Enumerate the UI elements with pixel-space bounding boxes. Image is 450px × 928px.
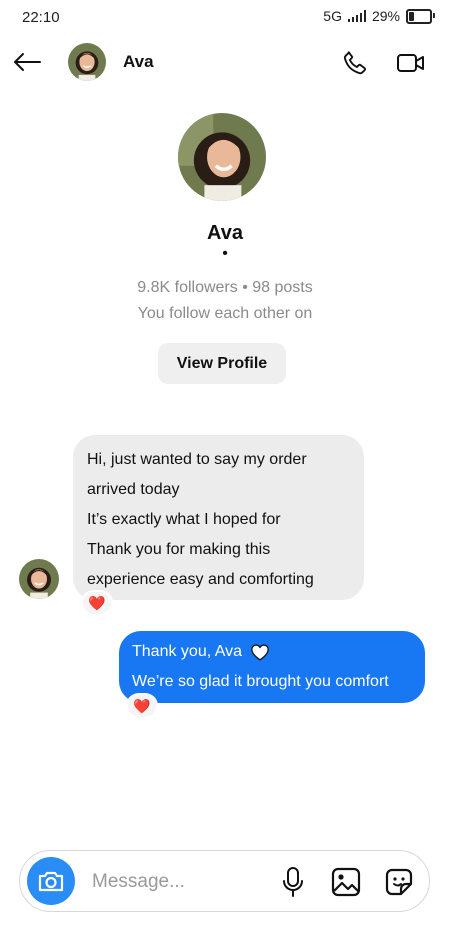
contact-name[interactable]: Ava [123,52,154,72]
back-arrow-icon [14,53,41,71]
message-line: arrived today [87,481,180,498]
battery-percent: 29% [371,8,400,24]
video-camera-icon [397,54,424,72]
back-button[interactable] [12,47,42,77]
message-text: Thank you, Ava [132,643,242,660]
video-call-button[interactable] [393,46,429,80]
microphone-icon [283,867,303,897]
message-line: It’s exactly what I hoped for [87,511,281,528]
message-line: We’re so glad it brought you comfort [132,673,389,690]
camera-icon [38,871,64,892]
status-time: 22:10 [22,9,60,26]
status-indicators: 5G 29% [323,8,435,24]
profile-separator: • [222,245,228,262]
message-line: Hi, just wanted to say my order [87,451,307,468]
phone-icon [343,51,367,75]
heart-reaction[interactable]: ❤️ [126,693,158,719]
microphone-button[interactable] [279,866,307,898]
battery-level [409,11,414,21]
avatar-image [178,113,266,201]
white-heart-icon [251,644,269,661]
network-type: 5G [323,8,342,24]
signal-icon [347,10,366,22]
avatar-image [68,43,106,81]
header-avatar[interactable] [68,43,106,81]
call-button[interactable] [338,46,372,80]
image-icon [331,867,361,897]
profile-avatar[interactable] [178,113,266,201]
battery-icon [406,8,435,24]
camera-button[interactable] [27,857,75,905]
follow-status: You follow each other on [137,305,313,322]
avatar-image [19,559,59,599]
sticker-button[interactable] [382,866,416,898]
message-input[interactable] [90,864,274,900]
outgoing-message-bubble[interactable]: Thank you, Ava We’re so glad it brought … [119,631,425,703]
message-line: experience easy and comforting [87,571,314,588]
incoming-message-bubble[interactable]: Hi, just wanted to say my order arrived … [73,435,364,600]
sender-avatar[interactable] [19,559,59,599]
sticker-icon [385,868,413,896]
heart-emoji: ❤️ [88,594,106,611]
heart-emoji: ❤️ [133,697,151,714]
profile-stats: 9.8K followers • 98 posts [137,279,313,296]
message-line: Thank you, Ava [132,637,412,667]
message-line: Thank you for making this [87,541,271,558]
view-profile-button[interactable]: View Profile [158,343,286,384]
profile-name: Ava [207,222,243,244]
gallery-button[interactable] [330,866,362,898]
heart-reaction[interactable]: ❤️ [81,590,113,616]
